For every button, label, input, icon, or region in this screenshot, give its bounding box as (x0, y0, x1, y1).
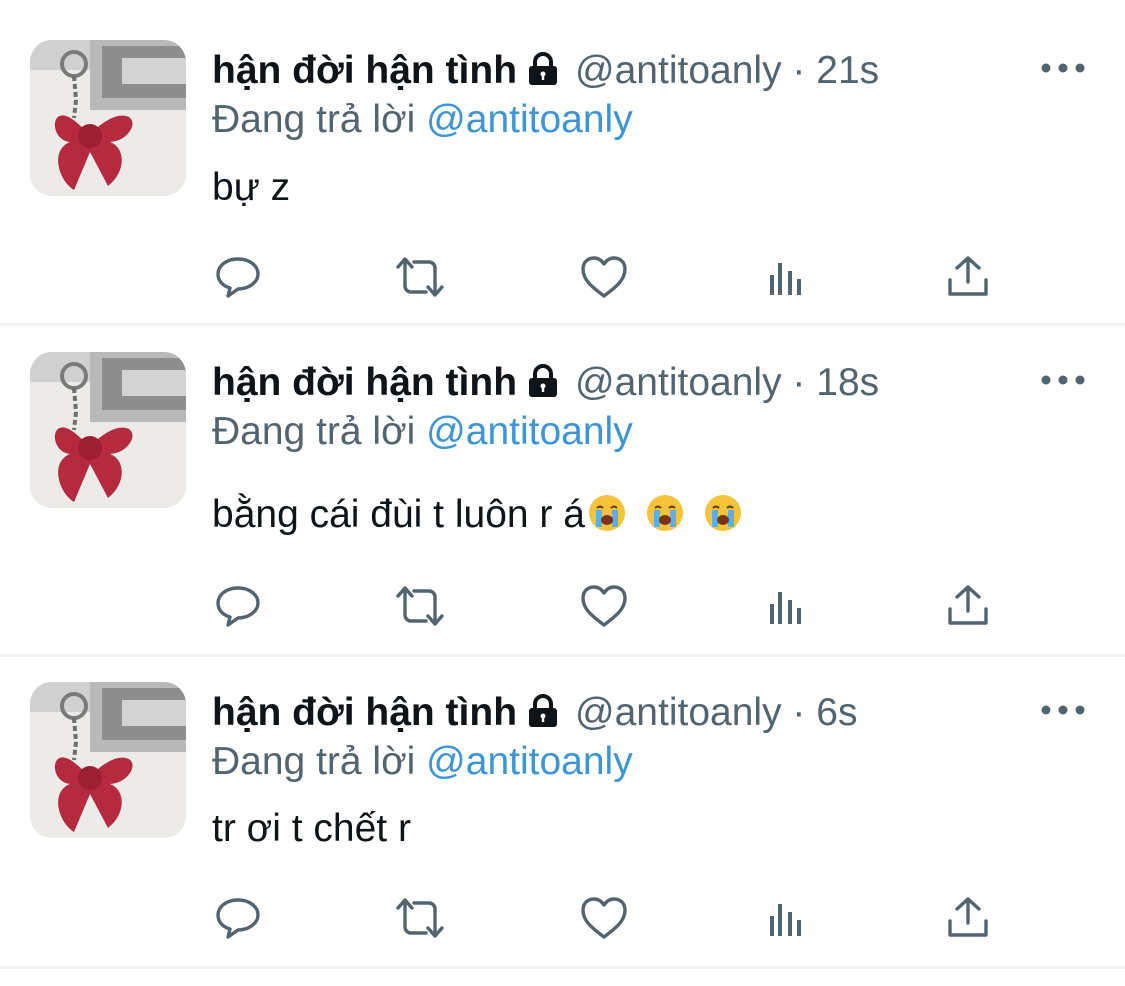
views-icon[interactable] (756, 888, 816, 948)
reply-icon[interactable] (208, 576, 268, 636)
reply-prefix: Đang trả lời (212, 410, 416, 453)
action-bar (0, 888, 1125, 948)
lock-icon (525, 51, 561, 98)
divider (0, 323, 1125, 326)
avatar[interactable] (30, 352, 186, 508)
separator-dot: · (792, 361, 806, 404)
share-icon[interactable] (938, 247, 998, 307)
more-icon[interactable] (1040, 370, 1086, 390)
retweet-icon[interactable] (390, 888, 450, 948)
like-icon[interactable] (574, 576, 634, 636)
reply-prefix: Đang trả lời (212, 740, 416, 783)
lock-icon (525, 693, 561, 740)
user-handle[interactable]: @antitoanly (575, 691, 782, 734)
more-icon[interactable] (1040, 700, 1086, 720)
reply-context: Đang trả lời @antitoanly (212, 739, 633, 785)
separator-dot: · (792, 49, 806, 92)
reply-icon[interactable] (208, 247, 268, 307)
separator-dot: · (792, 691, 806, 734)
views-icon[interactable] (756, 247, 816, 307)
like-icon[interactable] (574, 888, 634, 948)
views-icon[interactable] (756, 576, 816, 636)
action-bar (0, 247, 1125, 307)
reply-icon[interactable] (208, 888, 268, 948)
tweet-text-content: tr ơi t chết r (212, 807, 411, 850)
display-name[interactable]: hận đời hận tình (212, 361, 517, 404)
loudly-crying-face-icon (703, 493, 743, 544)
user-handle[interactable]: @antitoanly (575, 49, 782, 92)
reply-context: Đang trả lời @antitoanly (212, 97, 633, 143)
display-name[interactable]: hận đời hận tình (212, 49, 517, 92)
reply-mention-link[interactable]: @antitoanly (426, 410, 633, 453)
reply-mention-link[interactable]: @antitoanly (426, 740, 633, 783)
like-icon[interactable] (574, 247, 634, 307)
display-name[interactable]: hận đời hận tình (212, 691, 517, 734)
reply-prefix: Đang trả lời (212, 98, 416, 141)
tweet-text: tr ơi t chết r (212, 806, 411, 852)
action-bar (0, 576, 1125, 636)
tweet-text: bự z (212, 165, 290, 211)
reply-mention-link[interactable]: @antitoanly (426, 98, 633, 141)
divider (0, 654, 1125, 657)
lock-icon (525, 363, 561, 410)
avatar[interactable] (30, 40, 186, 196)
share-icon[interactable] (938, 888, 998, 948)
tweet-text-content: bằng cái đùi t luôn r á (212, 493, 585, 536)
user-handle[interactable]: @antitoanly (575, 361, 782, 404)
divider (0, 966, 1125, 969)
timestamp[interactable]: 6s (816, 691, 857, 734)
timestamp[interactable]: 21s (816, 49, 879, 92)
timestamp[interactable]: 18s (816, 361, 879, 404)
loudly-crying-face-icon (645, 493, 685, 544)
tweet-text-content: bự z (212, 166, 291, 209)
loudly-crying-face-icon (587, 493, 627, 544)
retweet-icon[interactable] (390, 247, 450, 307)
reply-context: Đang trả lời @antitoanly (212, 409, 633, 455)
more-icon[interactable] (1040, 58, 1086, 78)
retweet-icon[interactable] (390, 576, 450, 636)
share-icon[interactable] (938, 576, 998, 636)
tweet-text: bằng cái đùi t luôn r á (212, 492, 743, 544)
avatar[interactable] (30, 682, 186, 838)
